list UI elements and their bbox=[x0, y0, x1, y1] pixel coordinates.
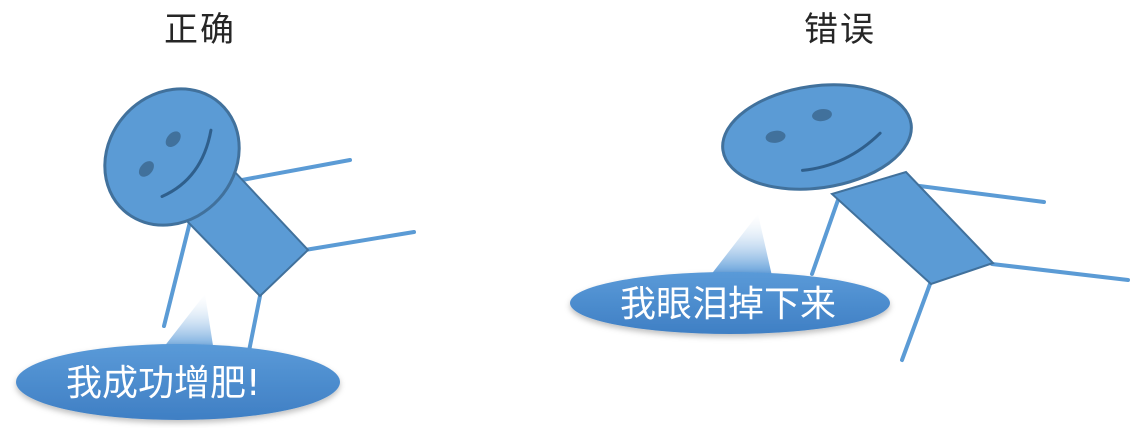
comparison-stage: 正确 错误 我成功增肥! 我眼泪掉下来 bbox=[0, 0, 1147, 428]
right-bubble-tail bbox=[710, 214, 772, 276]
left-figure-arm-upper bbox=[240, 158, 352, 182]
right-figure-leg-back bbox=[810, 198, 840, 276]
right-figure-leg-front bbox=[900, 282, 932, 362]
right-bubble-text: 我眼泪掉下来 bbox=[620, 284, 837, 325]
left-figure-arm-lower bbox=[303, 230, 416, 252]
left-figure-leg-front bbox=[246, 294, 262, 358]
right-figure-body bbox=[830, 170, 995, 286]
left-bubble-text: 我成功增肥! bbox=[66, 363, 261, 404]
right-figure-arm-lower bbox=[990, 262, 1130, 282]
left-figure-leg-back bbox=[162, 220, 192, 328]
left-stick-figure bbox=[103, 87, 416, 358]
